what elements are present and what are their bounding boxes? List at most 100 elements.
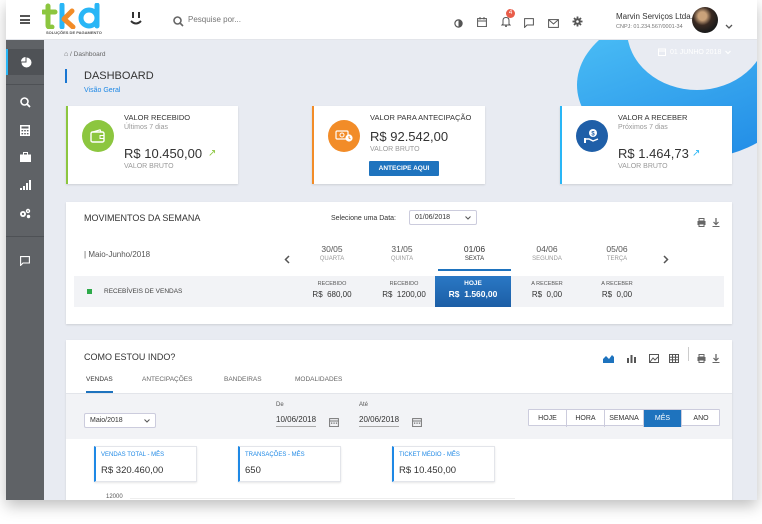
current-date: 01 JUNHO 2018: [670, 48, 722, 56]
chevron-down-icon: [725, 50, 732, 54]
sidebar-item-dashboard[interactable]: [6, 49, 44, 75]
date-select-value: 01/06/2018: [415, 214, 451, 221]
trend-up-icon: ↗: [692, 148, 701, 159]
anticipate-button[interactable]: ANTECIPE AQUI: [369, 161, 439, 176]
trend-up-icon: ↗: [208, 148, 217, 159]
search-input[interactable]: [188, 12, 308, 27]
sidebar: [6, 40, 44, 500]
day-date: 30/05: [321, 244, 343, 254]
period-label: | Maio-Junho/2018: [84, 250, 151, 259]
kpi-caption: VALOR BRUTO: [618, 163, 668, 170]
briefcase-icon: [19, 152, 31, 162]
avatar[interactable]: [692, 7, 718, 33]
cogs-icon: [20, 208, 31, 218]
sidebar-item-reports[interactable]: [6, 172, 44, 198]
cell-label: A RECEBER: [601, 281, 633, 287]
calendar-icon[interactable]: [477, 14, 487, 32]
to-date-field[interactable]: 20/06/2018: [359, 415, 400, 427]
period-ano[interactable]: ANO: [682, 410, 720, 427]
date-select-label: Selecione uma Data:: [331, 215, 396, 222]
chevron-down-icon[interactable]: [725, 17, 733, 35]
table-icon[interactable]: [669, 350, 679, 368]
home-icon: ⌂: [64, 51, 69, 58]
sidebar-item-briefcase[interactable]: [6, 144, 44, 170]
movement-cell: RECEBIDO R$ 1200,00: [368, 281, 440, 299]
movement-cell-today[interactable]: HOJE R$ 1.560,00: [435, 276, 511, 307]
pie-chart-icon: [20, 56, 31, 67]
mail-icon[interactable]: [548, 15, 559, 33]
breadcrumb[interactable]: ⌂ / Dashboard: [64, 51, 105, 58]
tab-modalidades[interactable]: MODALIDADES: [295, 376, 342, 383]
series-marker: [87, 289, 92, 294]
print-icon[interactable]: [697, 350, 706, 368]
anticipation-icon: [328, 120, 360, 152]
sidebar-item-calculator[interactable]: [6, 117, 44, 143]
movement-cell: RECEBIDO R$ 680,00: [296, 281, 368, 299]
day-weekday: QUINTA: [390, 256, 414, 262]
calendar-icon[interactable]: [412, 414, 422, 432]
kpi-caption: VALOR BRUTO: [124, 163, 174, 170]
money-hand-icon: $: [576, 120, 608, 152]
period-toggle: HOJE HORA SEMANA MÊS ANO: [528, 409, 720, 427]
section-title: COMO ESTOU INDO?: [84, 352, 176, 362]
download-icon[interactable]: [712, 214, 720, 232]
day-tab[interactable]: 04/06 SEGUNDA: [511, 244, 583, 268]
search-icon[interactable]: [173, 14, 184, 32]
image-chart-icon[interactable]: [649, 350, 659, 368]
month-select[interactable]: Maio/2018: [84, 413, 156, 428]
day-tab[interactable]: 30/05 QUARTA: [296, 244, 368, 268]
period-hora[interactable]: HORA: [567, 410, 605, 427]
kpi-value: R$ 1.464,73: [618, 146, 689, 161]
chevron-right-icon[interactable]: [663, 251, 669, 269]
chevron-left-icon[interactable]: [284, 251, 290, 269]
title-accent-bar: [65, 69, 67, 83]
to-label: Até: [359, 402, 369, 408]
period-hoje[interactable]: HOJE: [529, 410, 567, 427]
kpi-title: VALOR A RECEBER: [618, 113, 688, 122]
receivables-row: RECEBÍVEIS DE VENDAS RECEBIDO R$ 680,00 …: [74, 276, 724, 307]
day-weekday: SEXTA: [464, 256, 485, 262]
date-picker-button[interactable]: 01 JUNHO 2018: [658, 48, 732, 56]
day-weekday: TERÇA: [606, 256, 628, 262]
movement-cell: A RECEBER R$ 0,00: [511, 281, 583, 299]
area-chart-icon[interactable]: [603, 350, 614, 368]
period-mes[interactable]: MÊS: [644, 410, 682, 427]
sidebar-item-messages[interactable]: [6, 248, 44, 274]
download-icon[interactable]: [712, 350, 720, 368]
day-tab-active[interactable]: 01/06 SEXTA: [438, 244, 511, 271]
metric-box: TRANSAÇÕES - MÊS 650: [238, 446, 341, 482]
metric-value: 650: [245, 465, 261, 476]
sidebar-item-settings[interactable]: [6, 200, 44, 226]
day-tab[interactable]: 31/05 QUINTA: [366, 244, 438, 268]
kpi-card-anticipation: VALOR PARA ANTECIPAÇÃO R$ 92.542,00 VALO…: [312, 106, 485, 184]
from-date-field[interactable]: 10/06/2018: [276, 415, 317, 427]
cell-value: R$ 0,00: [531, 290, 563, 299]
tab-antecipacoes[interactable]: ANTECIPAÇÕES: [142, 376, 192, 383]
gear-icon[interactable]: [572, 14, 583, 32]
date-select[interactable]: 01/06/2018: [409, 210, 477, 225]
tab-vendas[interactable]: VENDAS: [86, 376, 113, 393]
sidebar-divider: [6, 236, 44, 237]
user-name: Marvin Serviços Ltda.: [616, 12, 693, 21]
main-content: ⌂ / Dashboard 01 JUNHO 2018 DASHBOARD Vi…: [44, 40, 757, 500]
page-title: DASHBOARD: [84, 70, 154, 82]
signal-bars-icon: [19, 180, 31, 190]
hamburger-menu-icon[interactable]: [20, 15, 30, 24]
bar-chart-icon[interactable]: [626, 350, 637, 368]
sidebar-item-search[interactable]: [6, 89, 44, 115]
month-select-value: Maio/2018: [90, 417, 123, 424]
period-semana[interactable]: SEMANA: [605, 410, 644, 427]
kpi-value: R$ 92.542,00: [370, 129, 449, 144]
chat-icon[interactable]: [524, 15, 534, 33]
print-icon[interactable]: [697, 214, 706, 232]
tab-bandeiras[interactable]: BANDEIRAS: [224, 376, 262, 383]
kpi-subtitle: Últimos 7 dias: [124, 124, 168, 131]
day-date: 01/06: [463, 244, 486, 254]
metric-label: TICKET MÉDIO - MÊS: [399, 452, 460, 458]
day-tab[interactable]: 05/06 TERÇA: [581, 244, 653, 268]
calculator-icon: [20, 124, 30, 136]
notification-badge: 4: [506, 9, 515, 18]
brand-logo[interactable]: SOLUÇÕES DE PAGAMENTO: [40, 2, 104, 37]
contrast-icon[interactable]: [454, 15, 463, 33]
calendar-icon[interactable]: [329, 414, 339, 432]
